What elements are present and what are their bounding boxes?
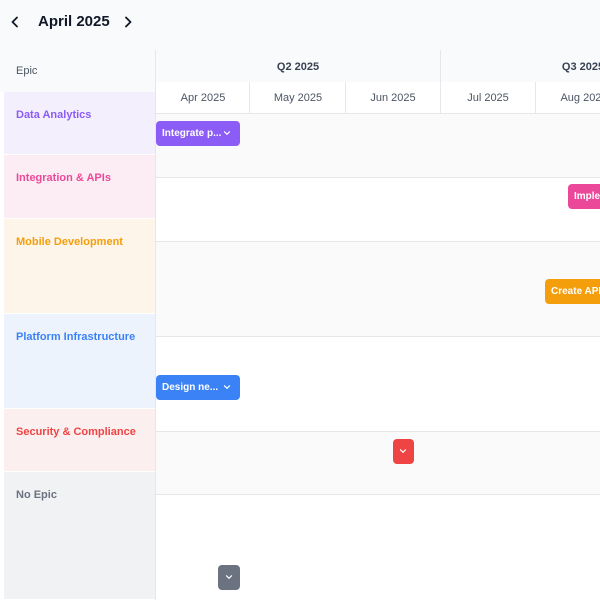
epic-row-security-compliance[interactable]: Security & Compliance xyxy=(4,409,155,472)
month-apr-2025: Apr 2025 xyxy=(156,82,250,114)
epic-row-no-epic[interactable]: No Epic xyxy=(4,472,155,600)
quarter-label: Q2 2025 xyxy=(276,61,320,73)
chevron-right-icon xyxy=(125,16,132,28)
month-jul-2025: Jul 2025 xyxy=(441,82,536,114)
epic-label: No Epic xyxy=(16,489,57,501)
task-bar-label: Create API ... xyxy=(551,286,600,297)
lane-security-compliance xyxy=(156,432,600,495)
current-month-title: April 2025 xyxy=(38,13,110,30)
month-jun-2025: Jun 2025 xyxy=(346,82,441,114)
quarter-header-row: Q2 2025 Q3 2025 xyxy=(156,50,600,82)
roadmap-timeline: Epic Data Analytics Integration & APIs M… xyxy=(0,50,600,600)
epic-row-data-analytics[interactable]: Data Analytics xyxy=(4,92,155,155)
chevron-down-icon[interactable] xyxy=(399,447,407,455)
chevron-down-icon[interactable] xyxy=(223,129,231,137)
task-bar-label: Design ne... xyxy=(162,382,219,393)
chevron-down-icon[interactable] xyxy=(223,383,231,391)
lane-mobile-development xyxy=(156,242,600,337)
epic-column-header: Epic xyxy=(0,50,155,92)
timeline-grid: Q2 2025 Q3 2025 Apr 2025 May 2025 Jun 20… xyxy=(156,50,600,600)
epic-column: Epic Data Analytics Integration & APIs M… xyxy=(0,50,156,600)
task-bar-label: Integrate p... xyxy=(162,128,222,139)
epic-label: Security & Compliance xyxy=(16,426,136,438)
task-bar[interactable]: Integrate p... xyxy=(156,121,240,146)
month-may-2025: May 2025 xyxy=(250,82,346,114)
month-label: Aug 2025 xyxy=(560,92,600,104)
task-bar-label: Imple... xyxy=(574,191,600,202)
lane-integration-apis xyxy=(156,178,600,242)
quarter-q2-2025: Q2 2025 xyxy=(156,50,441,82)
epic-column-label: Epic xyxy=(16,65,38,77)
month-header-row: Apr 2025 May 2025 Jun 2025 Jul 2025 Aug … xyxy=(156,82,600,114)
month-label: Jun 2025 xyxy=(370,92,416,104)
task-bar[interactable] xyxy=(218,565,240,590)
task-bar[interactable]: Imple... xyxy=(568,184,600,209)
chevron-left-icon xyxy=(11,16,18,28)
quarter-q3-2025: Q3 2025 xyxy=(441,50,600,82)
epic-label: Mobile Development xyxy=(16,236,123,248)
next-month-button[interactable] xyxy=(118,11,138,33)
calendar-header: April 2025 xyxy=(0,0,600,46)
task-bar[interactable] xyxy=(393,439,414,464)
previous-month-button[interactable] xyxy=(5,11,25,33)
month-label: May 2025 xyxy=(273,92,323,104)
task-bar[interactable]: Design ne... xyxy=(156,375,240,400)
epic-label: Data Analytics xyxy=(16,109,92,121)
month-label: Apr 2025 xyxy=(180,92,226,104)
month-aug-2025: Aug 2025 xyxy=(536,82,600,114)
epic-label: Platform Infrastructure xyxy=(16,331,136,343)
task-bar[interactable]: Create API ... xyxy=(545,279,600,304)
epic-row-platform-infrastructure[interactable]: Platform Infrastructure xyxy=(4,314,155,409)
epic-label: Integration & APIs xyxy=(16,172,111,184)
month-label: Jul 2025 xyxy=(467,92,509,104)
quarter-label: Q3 2025 xyxy=(561,61,600,73)
epic-row-integration-apis[interactable]: Integration & APIs xyxy=(4,155,155,219)
chevron-down-icon[interactable] xyxy=(225,573,233,581)
epic-row-mobile-development[interactable]: Mobile Development xyxy=(4,219,155,314)
